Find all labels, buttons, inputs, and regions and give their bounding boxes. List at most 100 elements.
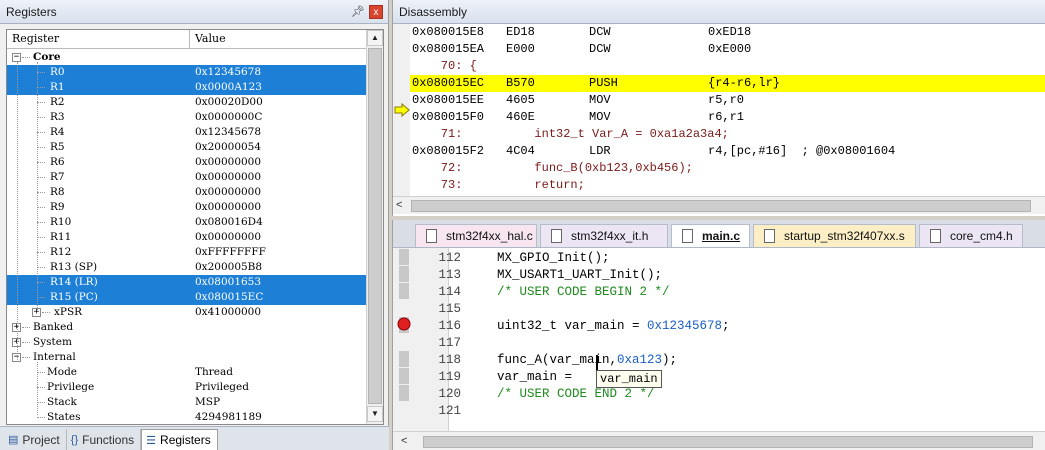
register-row[interactable]: R5 0x20000054 xyxy=(7,140,367,155)
disassembly-view[interactable]: 0x080015E8 ED18 DCW 0xED18 0x080015EA E000 DCW… xyxy=(393,24,1045,196)
register-row[interactable]: R1 0x0000A123 xyxy=(7,80,367,95)
register-value[interactable]: 0x12345678 xyxy=(190,125,367,140)
scroll-thumb[interactable] xyxy=(411,200,1031,212)
register-row[interactable]: R7 0x00000000 xyxy=(7,170,367,185)
tab-project[interactable]: ▤ Project xyxy=(4,429,67,450)
register-value[interactable]: 0x200005B8 xyxy=(190,260,367,275)
register-row[interactable]: R3 0x0000000C xyxy=(7,110,367,125)
close-icon[interactable]: x xyxy=(369,4,383,19)
scroll-left-icon[interactable]: < xyxy=(401,435,407,447)
disassembly-line[interactable]: 0x080015EA E000 DCW 0xE000 xyxy=(410,41,1045,58)
scroll-thumb[interactable] xyxy=(423,436,1033,448)
register-row[interactable]: R0 0x12345678 xyxy=(7,65,367,80)
register-value[interactable]: 0x00020D00 xyxy=(190,95,367,110)
text-caret xyxy=(596,355,598,371)
code-line[interactable]: 114 /* USER CODE BEGIN 2 */ xyxy=(393,284,1045,301)
code-line[interactable]: 117 xyxy=(393,335,1045,352)
disassembly-horizontal-scrollbar[interactable]: < xyxy=(393,196,1045,214)
editor-tab[interactable]: main.c xyxy=(671,224,750,247)
code-line[interactable]: 113 MX_USART1_UART_Init(); xyxy=(393,267,1045,284)
disassembly-line[interactable]: 0x080015F2 4C04 LDR r4,[pc,#16] ; @0x080016… xyxy=(410,143,1045,160)
register-value[interactable]: 0x0000000C xyxy=(190,110,367,125)
collapse-icon[interactable]: − xyxy=(12,53,21,62)
code-line[interactable]: 116 uint32_t var_main = 0x12345678; xyxy=(393,318,1045,335)
scroll-up-icon[interactable]: ▲ xyxy=(367,30,383,46)
register-value[interactable]: 0x080015EC xyxy=(190,290,367,305)
column-header-value[interactable]: Value xyxy=(190,30,367,49)
instruction-opcode: 460E xyxy=(506,110,535,124)
disassembly-line[interactable]: 0x080015E8 ED18 DCW 0xED18 xyxy=(410,24,1045,41)
register-value[interactable] xyxy=(190,50,367,65)
editor-horizontal-scrollbar[interactable]: < xyxy=(393,431,1045,450)
register-row[interactable]: R11 0x00000000 xyxy=(7,230,367,245)
register-value[interactable]: 0x080016D4 xyxy=(190,215,367,230)
register-name-cell: R0 xyxy=(7,65,190,80)
register-row[interactable]: R4 0x12345678 xyxy=(7,125,367,140)
register-value[interactable]: 0x41000000 xyxy=(190,305,367,320)
disassembly-current-line[interactable]: 0x080015EC B570 PUSH {r4-r6,lr} xyxy=(410,75,1045,92)
code-line[interactable]: 115 xyxy=(393,301,1045,318)
code-line[interactable]: 118 func_A(var_main,0xa123); xyxy=(393,352,1045,369)
register-row[interactable]: R10 0x080016D4 xyxy=(7,215,367,230)
disassembly-source-line[interactable]: 70: { xyxy=(410,58,1045,75)
register-row[interactable]: + Banked xyxy=(7,320,367,335)
pin-icon[interactable]: 📌︎ xyxy=(351,5,365,18)
register-value[interactable]: 0x12345678 xyxy=(190,65,367,80)
register-row[interactable]: Mode Thread xyxy=(7,365,367,380)
code-line[interactable]: 120 /* USER CODE END 2 */ xyxy=(393,386,1045,403)
register-value[interactable]: 4294981189 xyxy=(190,410,367,424)
disassembly-line[interactable]: 0x080015EE 4605 MOV r5,r0 xyxy=(410,92,1045,109)
register-vertical-scrollbar[interactable]: ▲ ▼ xyxy=(366,30,383,424)
disassembly-source-line[interactable]: 72: func_B(0xb123,0xb456); xyxy=(410,160,1045,177)
editor-tab[interactable]: core_cm4.h xyxy=(919,224,1023,247)
register-value[interactable]: Thread xyxy=(190,365,367,380)
tree-connector xyxy=(37,267,45,268)
register-row[interactable]: R6 0x00000000 xyxy=(7,155,367,170)
register-value[interactable]: 0x08001653 xyxy=(190,275,367,290)
editor-tab[interactable]: stm32f4xx_hal.c xyxy=(415,224,537,247)
register-row[interactable]: R9 0x00000000 xyxy=(7,200,367,215)
register-value[interactable] xyxy=(190,350,367,365)
scroll-down-icon[interactable]: ▼ xyxy=(367,406,383,422)
register-value[interactable]: 0x00000000 xyxy=(190,185,367,200)
register-name: System xyxy=(33,336,72,348)
register-value[interactable]: 0x00000000 xyxy=(190,230,367,245)
register-row[interactable]: − Core xyxy=(7,50,367,65)
register-value[interactable]: 0x00000000 xyxy=(190,170,367,185)
register-value[interactable]: Privileged xyxy=(190,380,367,395)
register-row[interactable]: R8 0x00000000 xyxy=(7,185,367,200)
register-row[interactable]: Stack MSP xyxy=(7,395,367,410)
register-row[interactable]: R2 0x00020D00 xyxy=(7,95,367,110)
register-value[interactable]: MSP xyxy=(190,395,367,410)
register-row[interactable]: + System xyxy=(7,335,367,350)
register-row[interactable]: − Internal xyxy=(7,350,367,365)
disassembly-line[interactable]: 0x080015F0 460E MOV r6,r1 xyxy=(410,109,1045,126)
code-line[interactable]: 112 MX_GPIO_Init(); xyxy=(393,250,1045,267)
editor-tab[interactable]: startup_stm32f407xx.s xyxy=(753,224,916,247)
tab-functions[interactable]: {} Functions xyxy=(67,429,142,450)
register-row[interactable]: R14 (LR) 0x08001653 xyxy=(7,275,367,290)
register-row[interactable]: R13 (SP) 0x200005B8 xyxy=(7,260,367,275)
register-value[interactable] xyxy=(190,320,367,335)
register-value[interactable]: 0x20000054 xyxy=(190,140,367,155)
scroll-left-icon[interactable]: < xyxy=(396,199,402,211)
code-line[interactable]: 121 xyxy=(393,403,1045,420)
register-row[interactable]: R15 (PC) 0x080015EC xyxy=(7,290,367,305)
register-value[interactable]: 0x00000000 xyxy=(190,200,367,215)
register-row[interactable]: Privilege Privileged xyxy=(7,380,367,395)
disassembly-source-line[interactable]: 73: return; xyxy=(410,177,1045,194)
register-value[interactable]: 0x00000000 xyxy=(190,155,367,170)
editor-tab[interactable]: stm32f4xx_it.h xyxy=(540,224,668,247)
register-row[interactable]: + xPSR 0x41000000 xyxy=(7,305,367,320)
register-row[interactable]: R12 0xFFFFFFFF xyxy=(7,245,367,260)
scroll-thumb[interactable] xyxy=(368,48,382,404)
register-value[interactable]: 0xFFFFFFFF xyxy=(190,245,367,260)
disassembly-source-line[interactable]: 71: int32_t Var_A = 0xa1a2a3a4; xyxy=(410,126,1045,143)
register-value[interactable]: 0x0000A123 xyxy=(190,80,367,95)
column-header-register[interactable]: Register xyxy=(7,30,190,49)
tab-registers[interactable]: ☰ Registers xyxy=(141,429,218,450)
register-value[interactable] xyxy=(190,335,367,350)
register-row[interactable]: States 4294981189 xyxy=(7,410,367,424)
editor-tab-label: main.c xyxy=(702,229,741,243)
code-line[interactable]: 119 var_main = xyxy=(393,369,1045,386)
